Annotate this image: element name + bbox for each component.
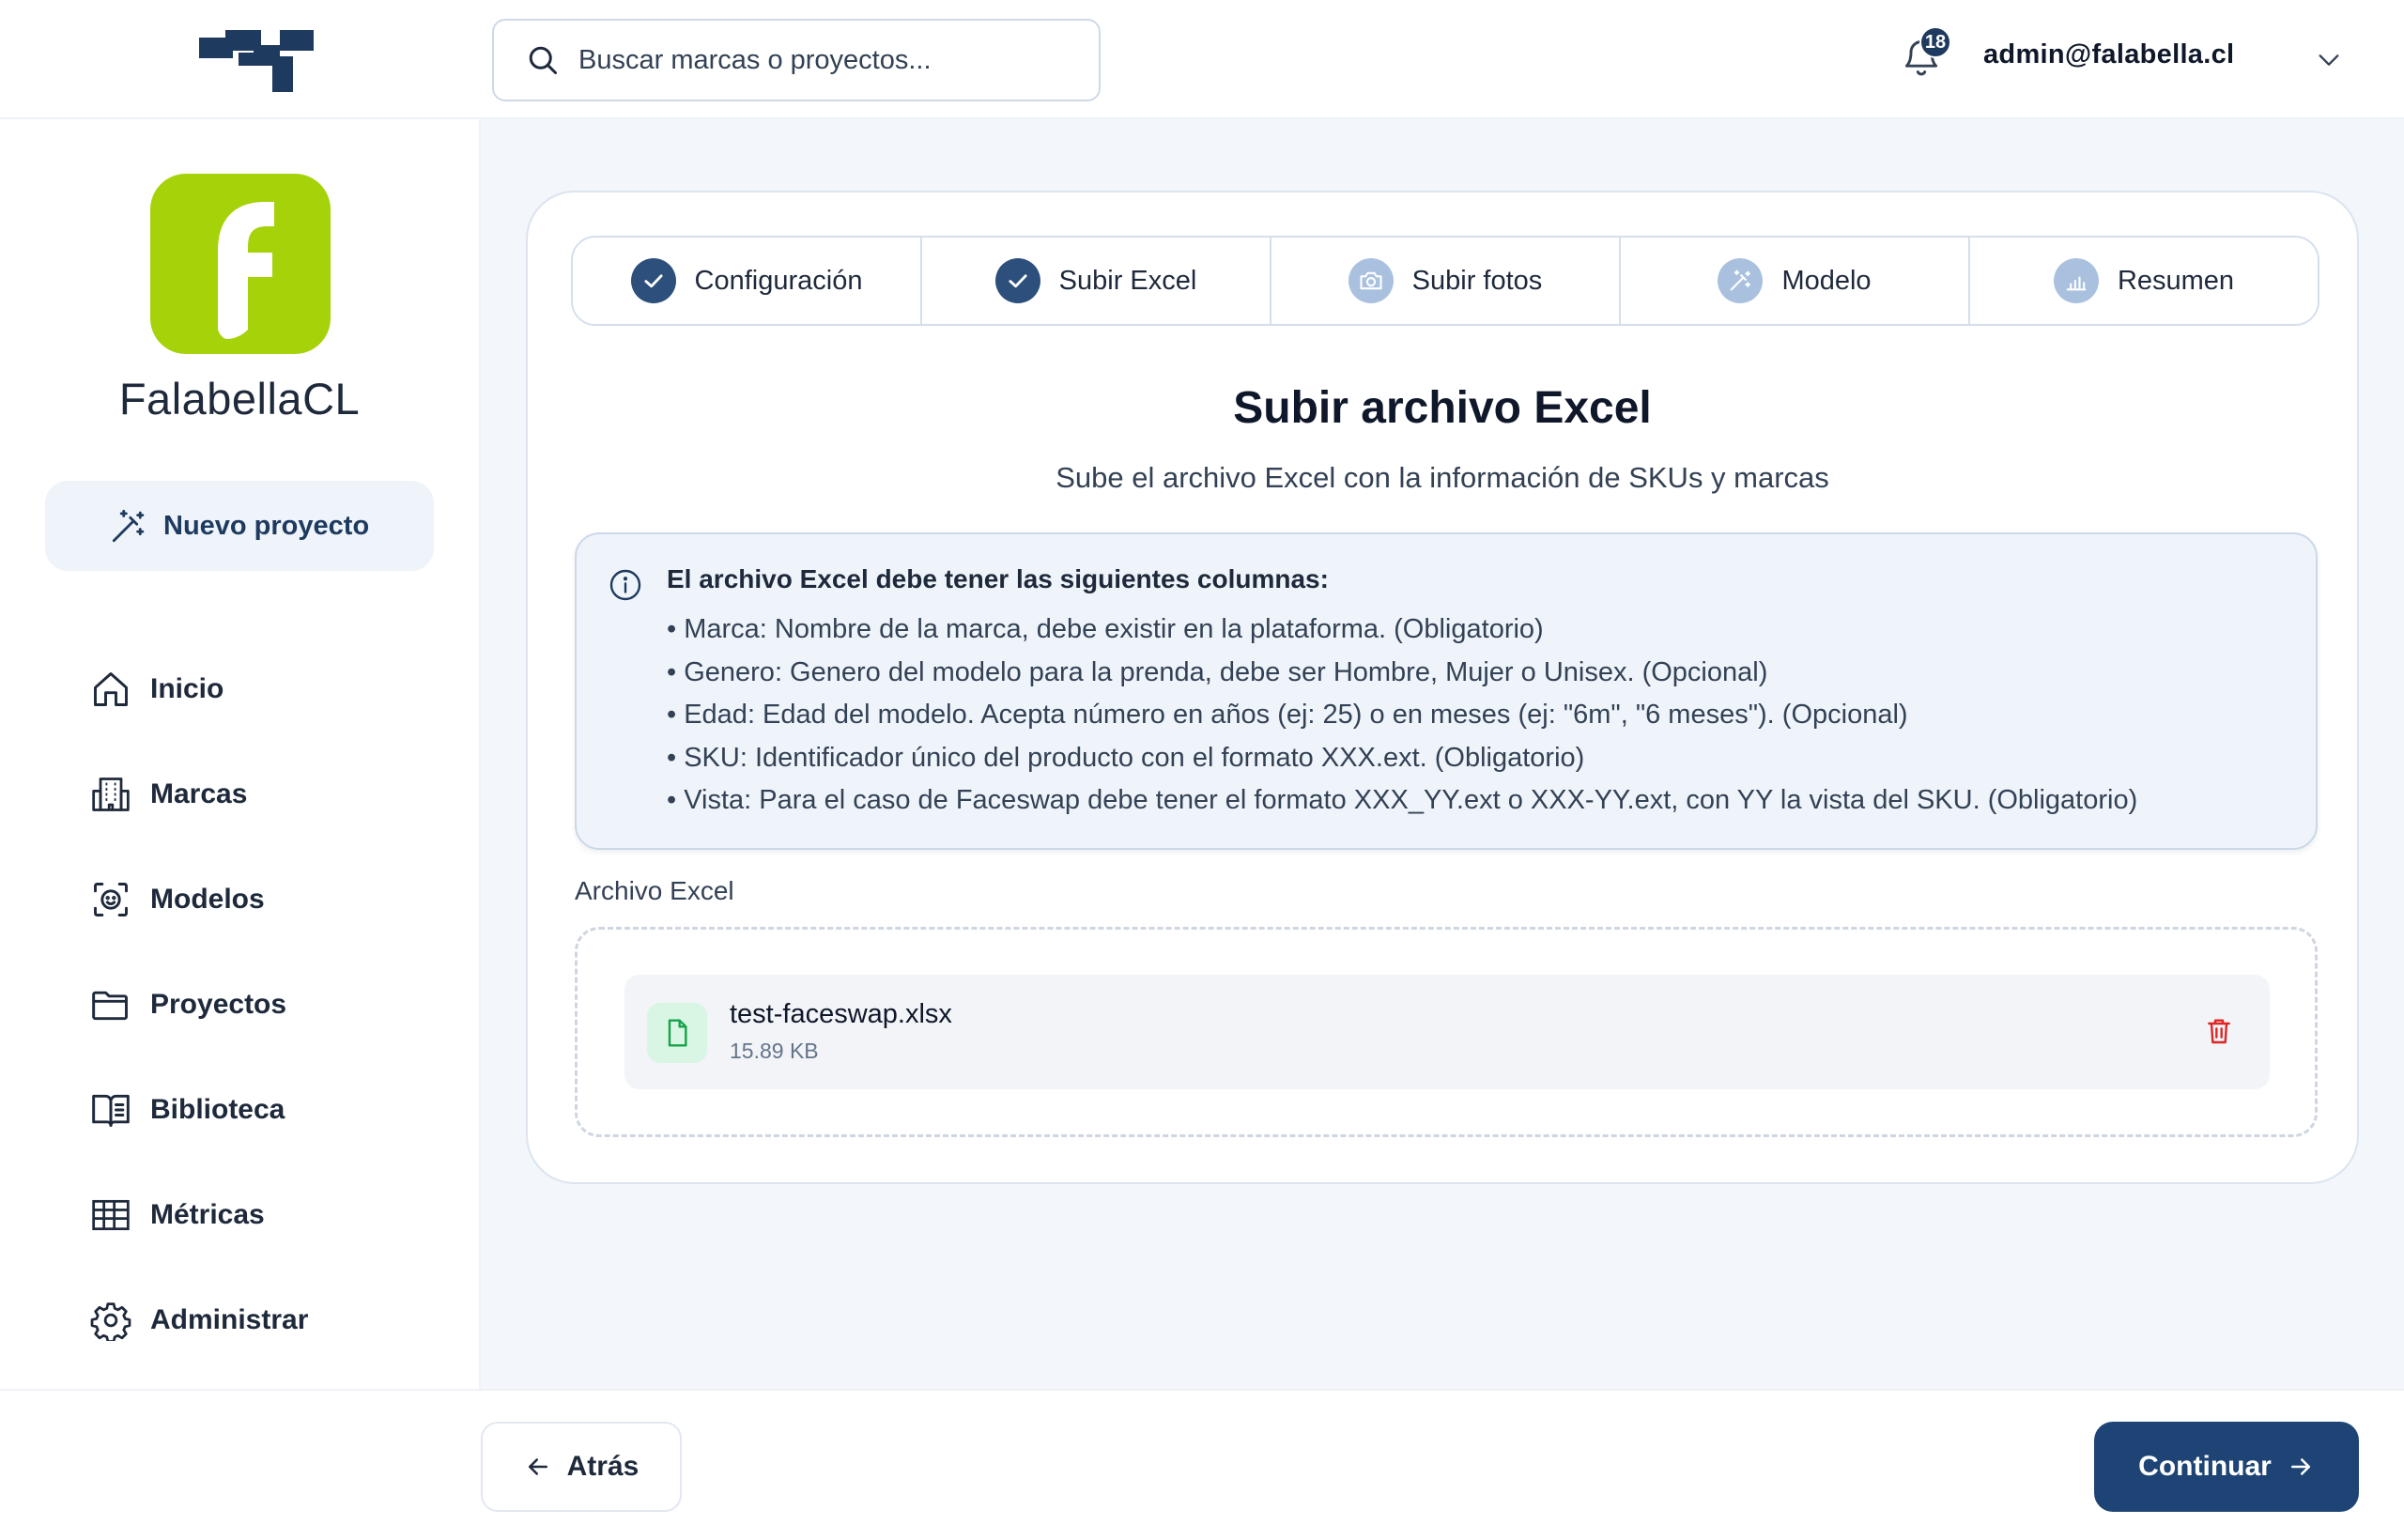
new-project-button[interactable]: Nuevo proyecto [45, 481, 434, 571]
check-icon [1009, 274, 1027, 288]
info-line: • Vista: Para el caso de Faceswap debe t… [667, 785, 2138, 815]
sidebar-item-label: Modelos [150, 884, 265, 915]
page-title: Subir archivo Excel [1233, 383, 1652, 433]
file-dropzone[interactable]: test-faceswap.xlsx 15.89 KB [575, 927, 2318, 1137]
continue-button-label: Continuar [2138, 1451, 2272, 1482]
continue-button[interactable]: Continuar [2094, 1422, 2359, 1512]
step-status [1348, 258, 1394, 303]
sidebar-item-label: Marcas [150, 778, 248, 809]
step-subir-excel[interactable]: Subir Excel [922, 238, 1271, 324]
step-label: Subir fotos [1411, 265, 1543, 296]
search-icon [529, 46, 557, 74]
info-line: • Marca: Nombre de la marca, debe existi… [667, 614, 1544, 644]
brand-name: FalabellaCL [118, 374, 361, 424]
info-line: • Edad: Edad del modelo. Acepta número e… [667, 700, 1908, 730]
search-input[interactable] [578, 44, 1067, 76]
arrow-right-icon [2290, 1458, 2310, 1475]
camera-icon [1360, 271, 1382, 290]
wizard-steps: Configuración Subir Excel Subir fotos Mo… [571, 236, 2319, 326]
back-button-label: Atrás [566, 1451, 640, 1482]
sidebar-item-label: Proyectos [150, 989, 287, 1020]
sidebar-item-metricas[interactable]: Métricas [90, 1187, 265, 1243]
chevron-down-icon[interactable] [2316, 49, 2342, 71]
notification-badge: 18 [1919, 26, 1951, 58]
file-size: 15.89 KB [730, 1039, 819, 1063]
info-title: El archivo Excel debe tener las siguient… [667, 564, 1329, 593]
folder-icon [92, 991, 128, 1021]
chart-icon [2066, 276, 2087, 291]
file-name: test-faceswap.xlsx [730, 999, 952, 1029]
magic-wand-icon [112, 509, 145, 543]
step-subir-fotos[interactable]: Subir fotos [1271, 238, 1621, 324]
step-label: Resumen [2117, 265, 2235, 296]
new-project-label: Nuevo proyecto [163, 510, 370, 541]
sidebar-item-modelos[interactable]: Modelos [90, 871, 265, 928]
step-modelo[interactable]: Modelo [1621, 238, 1970, 324]
sidebar-item-proyectos[interactable]: Proyectos [90, 977, 286, 1033]
building-icon [92, 778, 130, 811]
file-field-label: Archivo Excel [575, 876, 734, 905]
sidebar-item-label: Inicio [150, 673, 224, 704]
sidebar: FalabellaCL Nuevo proyecto Inicio Marcas [0, 119, 479, 1389]
falabella-logo-icon [218, 202, 274, 339]
search-bar[interactable] [492, 19, 1101, 101]
info-line: • Genero: Genero del modelo para la pren… [667, 656, 1768, 687]
sidebar-item-inicio[interactable]: Inicio [90, 661, 223, 717]
step-label: Modelo [1781, 265, 1872, 296]
back-button[interactable]: Atrás [481, 1422, 682, 1512]
home-icon [94, 672, 128, 706]
wizard-card: Configuración Subir Excel Subir fotos Mo… [526, 191, 2359, 1184]
info-list: • Marca: Nombre de la marca, debe existi… [667, 609, 2137, 824]
table-icon [92, 1199, 130, 1231]
info-icon [609, 569, 641, 601]
magic-wand-icon [1731, 270, 1751, 291]
footer-bar: Atrás Continuar [0, 1389, 2404, 1540]
sidebar-item-label: Métricas [150, 1199, 265, 1230]
gear-icon [90, 1302, 131, 1341]
step-status [994, 258, 1040, 303]
brand-logo [150, 174, 331, 354]
info-line: • SKU: Identificador único del producto … [667, 742, 1585, 773]
face-scan-icon [94, 883, 128, 916]
sidebar-item-administrar[interactable]: Administrar [90, 1292, 308, 1348]
top-header: 18 admin@falabella.cl [0, 0, 2404, 119]
sidebar-item-marcas[interactable]: Marcas [90, 766, 247, 823]
sidebar-item-label: Biblioteca [150, 1094, 285, 1125]
book-icon [92, 1094, 130, 1127]
step-resumen[interactable]: Resumen [1970, 238, 2318, 324]
step-label: Subir Excel [1058, 265, 1197, 296]
app-logo-icon[interactable] [199, 30, 314, 92]
info-box: El archivo Excel debe tener las siguient… [575, 532, 2318, 850]
arrow-left-icon [528, 1458, 547, 1475]
user-email[interactable]: admin@falabella.cl [1983, 39, 2234, 70]
file-icon-container [647, 1003, 707, 1063]
step-status [2053, 258, 2099, 303]
page-subtitle: Sube el archivo Excel con la información… [1056, 461, 1829, 494]
step-configuracion[interactable]: Configuración [573, 238, 922, 324]
step-label: Configuración [694, 265, 863, 296]
sidebar-item-biblioteca[interactable]: Biblioteca [90, 1082, 285, 1138]
check-icon [643, 274, 663, 288]
uploaded-file: test-faceswap.xlsx 15.89 KB [624, 975, 2270, 1089]
step-status [630, 258, 676, 303]
trash-icon[interactable] [2204, 1014, 2234, 1048]
sidebar-item-label: Administrar [150, 1304, 309, 1335]
file-icon [668, 1019, 687, 1047]
main-content: Configuración Subir Excel Subir fotos Mo… [479, 119, 2404, 1389]
step-status [1718, 258, 1764, 303]
